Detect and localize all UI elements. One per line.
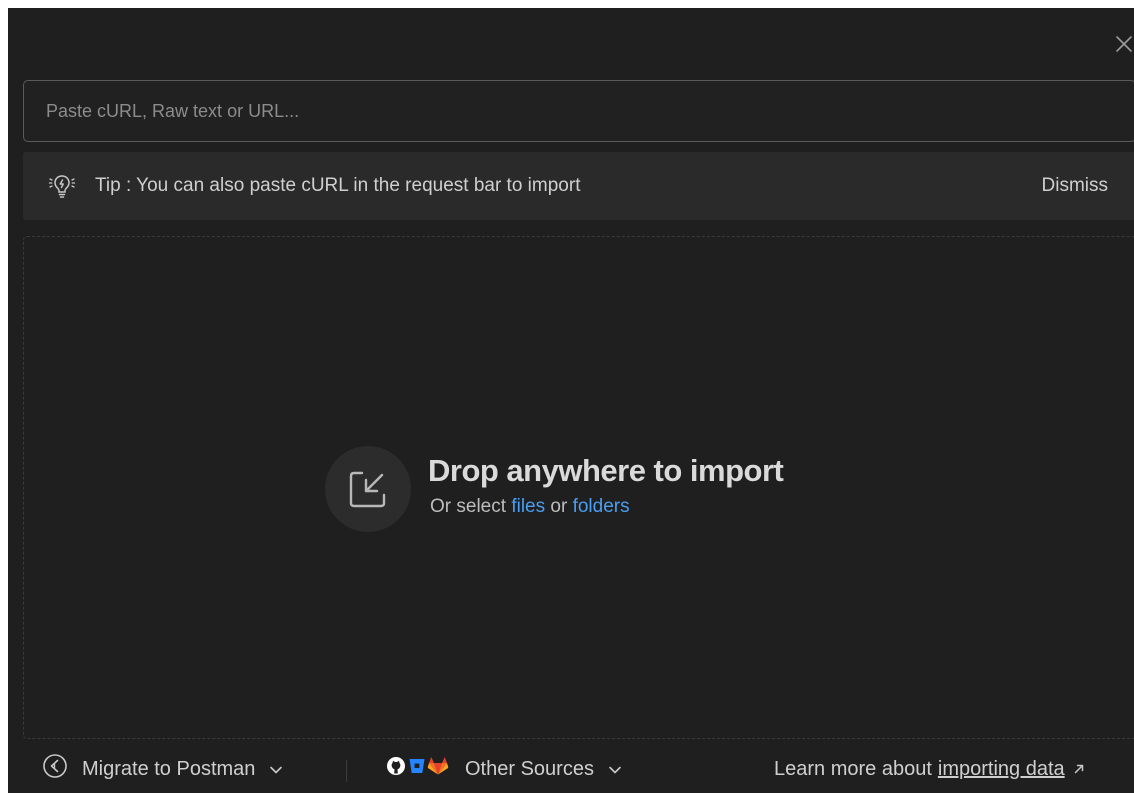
- github-icon: [386, 756, 406, 782]
- migrate-label: Migrate to Postman: [82, 757, 256, 780]
- tip-banner: Tip : You can also paste cURL in the req…: [23, 152, 1134, 220]
- external-link-icon: [1073, 758, 1085, 781]
- folders-link[interactable]: folders: [573, 496, 630, 517]
- chevron-down-icon: [269, 758, 283, 781]
- other-sources-dropdown[interactable]: Other Sources: [386, 754, 622, 784]
- drop-subtitle: Or select files or folders: [430, 496, 630, 518]
- learn-prefix: Learn more about: [774, 757, 932, 780]
- import-arrow-icon: [325, 446, 411, 532]
- drop-zone[interactable]: Drop anywhere to import Or select files …: [23, 236, 1134, 739]
- gitlab-icon: [427, 756, 449, 782]
- or-text: or: [550, 496, 568, 517]
- migrate-dropdown[interactable]: Migrate to Postman: [42, 754, 283, 784]
- bitbucket-icon: [408, 757, 426, 781]
- select-prefix: Or select: [430, 496, 507, 517]
- chevron-down-icon: [608, 758, 622, 781]
- learn-more: Learn more about importing data: [774, 754, 1085, 784]
- files-link[interactable]: files: [511, 496, 545, 517]
- drop-title: Drop anywhere to import: [428, 453, 784, 488]
- import-footer: Migrate to Postman Other Sources Learn m…: [8, 748, 1134, 793]
- paste-input[interactable]: [23, 80, 1134, 142]
- lightbulb-icon: [47, 171, 77, 201]
- other-sources-label: Other Sources: [465, 757, 594, 780]
- close-icon[interactable]: [1112, 32, 1134, 56]
- dismiss-button[interactable]: Dismiss: [1042, 175, 1109, 197]
- importing-data-link[interactable]: importing data: [938, 758, 1065, 781]
- footer-divider: [346, 760, 347, 782]
- import-modal: Tip : You can also paste cURL in the req…: [8, 8, 1134, 793]
- migrate-icon: [42, 753, 68, 785]
- tip-text: Tip : You can also paste cURL in the req…: [95, 175, 581, 196]
